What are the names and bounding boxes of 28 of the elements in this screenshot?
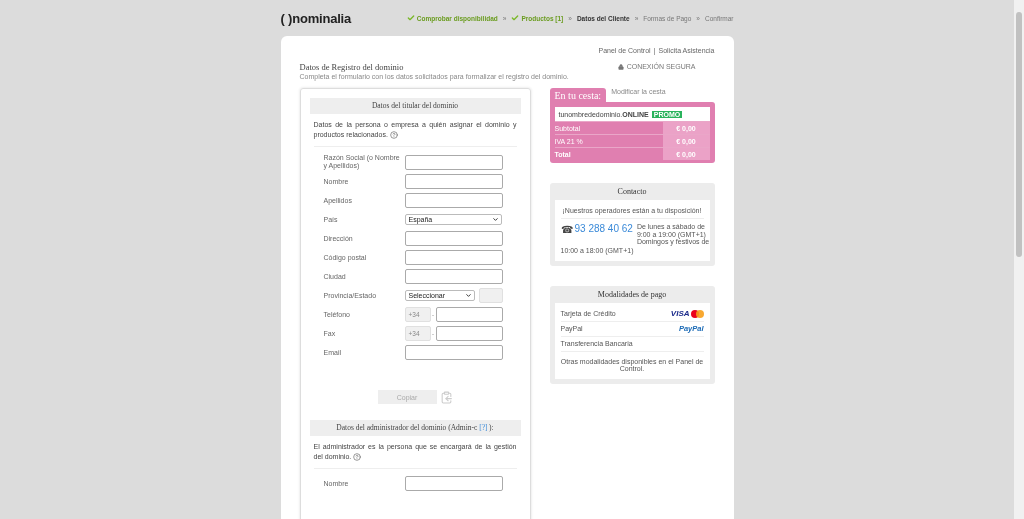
scrollbar[interactable] bbox=[1014, 0, 1024, 519]
telephone-icon: ☎ bbox=[560, 223, 573, 235]
page-title: Datos de Registro del dominio bbox=[299, 62, 405, 72]
panel-title: Modalidades de pago bbox=[596, 288, 668, 301]
help-icon[interactable] bbox=[389, 131, 398, 140]
cart-title: En tu cesta: bbox=[549, 88, 607, 102]
text-input[interactable] bbox=[404, 269, 503, 284]
phone-input[interactable] bbox=[435, 326, 503, 341]
text-input[interactable] bbox=[404, 193, 503, 208]
phone-number[interactable]: 93 288 40 62 bbox=[574, 223, 633, 235]
check-icon bbox=[406, 14, 415, 22]
extra-input[interactable] bbox=[478, 288, 503, 303]
text-input[interactable] bbox=[404, 154, 503, 170]
panel-title: Contacto bbox=[616, 186, 648, 198]
help-icon[interactable] bbox=[353, 453, 362, 462]
check-icon bbox=[511, 14, 520, 22]
clipboard-icon bbox=[439, 390, 453, 404]
lock-icon bbox=[617, 63, 624, 70]
text-input[interactable] bbox=[404, 231, 503, 246]
card-logos: VISA bbox=[670, 309, 704, 318]
text-input[interactable] bbox=[404, 476, 503, 491]
chevron-icon bbox=[464, 292, 472, 299]
text-input[interactable] bbox=[404, 174, 503, 189]
chevron-icon bbox=[491, 216, 499, 223]
logo[interactable]: ( )nominalia bbox=[280, 10, 352, 26]
phone-input[interactable] bbox=[435, 307, 503, 322]
text-input[interactable] bbox=[404, 345, 503, 360]
text-input[interactable] bbox=[404, 250, 503, 265]
